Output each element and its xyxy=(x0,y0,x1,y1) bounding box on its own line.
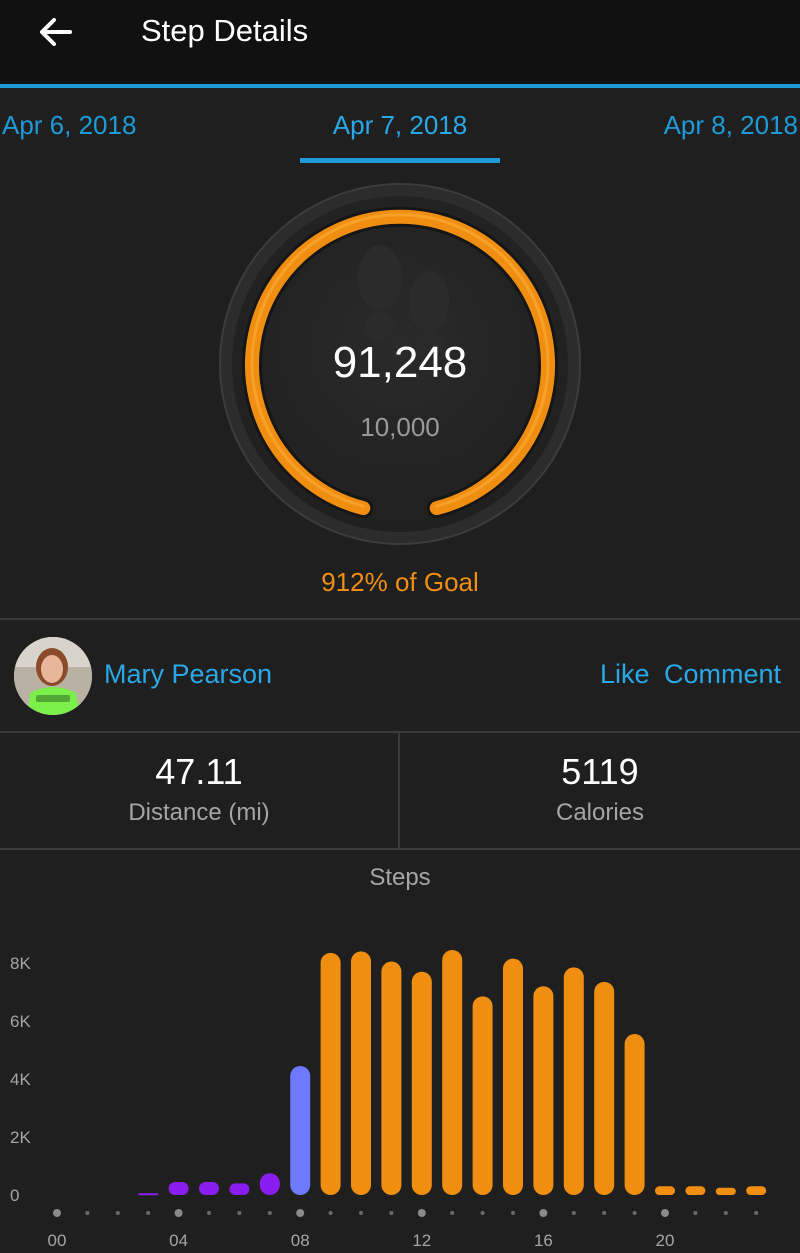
bar-hour-10 xyxy=(351,951,371,1195)
distance-value: 47.11 xyxy=(155,751,243,792)
x-tick-label: 00 xyxy=(48,1231,67,1250)
user-name-link[interactable]: Mary Pearson xyxy=(104,659,272,690)
y-tick-label: 6K xyxy=(10,1012,31,1031)
bar-hour-21 xyxy=(685,1186,706,1195)
bar-hour-12 xyxy=(411,971,432,1195)
goal-percent: 912% of Goal xyxy=(321,567,479,597)
bar-hour-20 xyxy=(655,1186,675,1195)
bar-hour-19 xyxy=(624,1034,645,1195)
x-tick-label: 16 xyxy=(534,1231,553,1250)
divider xyxy=(0,848,800,850)
hour-dot xyxy=(328,1211,333,1215)
steps-count: 91,248 xyxy=(332,338,468,387)
bar-hour-15 xyxy=(503,958,523,1195)
date-tab-current[interactable]: Apr 7, 2018 xyxy=(300,110,500,141)
bar-hour-04 xyxy=(168,1181,189,1195)
date-tab-indicator xyxy=(300,158,500,163)
bar-hour-17 xyxy=(563,967,584,1195)
comment-button[interactable]: Comment xyxy=(664,659,781,690)
hour-dot xyxy=(237,1211,242,1215)
date-tab-next[interactable]: Apr 8, 2018 xyxy=(664,110,798,141)
page-title: Step Details xyxy=(141,13,309,48)
top-app-bar: Step Details xyxy=(0,0,800,84)
steps-bar-chart: 0 2K 4K 6K 8K 00 04 08 12 16 20 xyxy=(10,949,767,1250)
hour-dot xyxy=(207,1211,211,1215)
hour-dot xyxy=(53,1209,61,1217)
hour-dot xyxy=(571,1211,576,1215)
header-divider xyxy=(0,84,800,88)
hour-dot xyxy=(174,1209,183,1217)
x-tick-label: 12 xyxy=(412,1231,431,1250)
arrow-left-icon xyxy=(40,18,72,46)
bar-hour-11 xyxy=(381,961,402,1195)
hour-dot xyxy=(661,1209,669,1217)
date-tab-prev[interactable]: Apr 6, 2018 xyxy=(2,110,136,141)
bar-hour-14 xyxy=(472,996,493,1195)
x-tick-label: 20 xyxy=(656,1231,675,1250)
distance-stat: 47.11 Distance (mi) xyxy=(0,733,398,847)
hour-dot xyxy=(296,1209,305,1217)
chart-title: Steps xyxy=(369,864,431,891)
hour-dot xyxy=(480,1211,485,1215)
calories-value: 5119 xyxy=(561,751,639,792)
bar-hour-08 xyxy=(290,1065,311,1195)
bar-hour-05 xyxy=(199,1181,219,1195)
bar-hour-09 xyxy=(320,952,341,1195)
hour-dot xyxy=(359,1211,363,1215)
bar-hour-16 xyxy=(533,986,554,1195)
hour-dot xyxy=(146,1211,151,1215)
x-tick-label: 04 xyxy=(169,1231,188,1250)
hour-dot xyxy=(417,1209,426,1217)
bar-hour-13 xyxy=(442,949,463,1195)
bar-hour-06 xyxy=(229,1183,250,1195)
hour-dot xyxy=(450,1211,455,1215)
hour-dot xyxy=(115,1211,120,1215)
hour-dot xyxy=(693,1211,698,1215)
hour-dot xyxy=(632,1211,637,1215)
bar-hour-22 xyxy=(715,1187,736,1195)
hour-dot xyxy=(602,1211,607,1215)
hour-dot xyxy=(754,1211,759,1215)
hour-dot xyxy=(85,1211,90,1215)
bar-hour-07 xyxy=(259,1173,280,1195)
bar-hour-23 xyxy=(746,1186,767,1195)
hour-dot xyxy=(539,1209,548,1217)
avatar[interactable] xyxy=(14,637,92,715)
y-tick-label: 4K xyxy=(10,1070,31,1089)
divider xyxy=(0,618,800,620)
calories-label: Calories xyxy=(555,799,645,826)
hour-dot xyxy=(723,1211,728,1215)
hour-dot xyxy=(511,1211,515,1215)
distance-label: Distance (mi) xyxy=(128,799,270,826)
steps-goal: 10,000 xyxy=(360,412,440,442)
hour-dot xyxy=(267,1211,272,1215)
back-button[interactable] xyxy=(36,14,76,50)
bar-hour-03 xyxy=(138,1193,159,1196)
like-button[interactable]: Like xyxy=(600,659,650,690)
y-tick-label: 8K xyxy=(10,954,31,973)
hour-dot xyxy=(389,1211,394,1215)
calories-stat: 5119 Calories xyxy=(401,733,799,847)
x-tick-label: 08 xyxy=(291,1231,310,1250)
y-tick-label: 2K xyxy=(10,1128,31,1147)
bar-hour-18 xyxy=(594,981,615,1195)
stat-divider xyxy=(398,733,400,849)
y-tick-label: 0 xyxy=(10,1186,19,1205)
